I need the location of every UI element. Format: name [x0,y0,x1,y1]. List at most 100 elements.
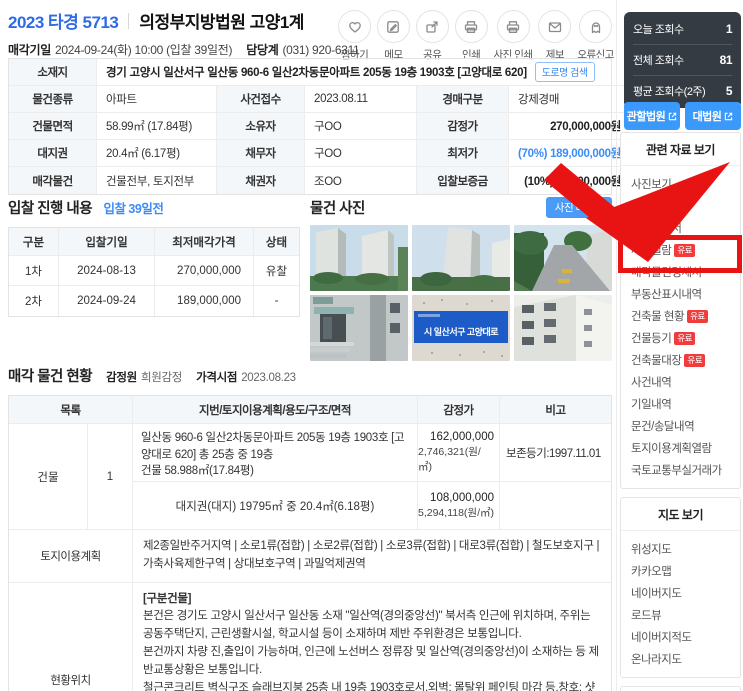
photos-title: 물건 사진 [310,201,365,217]
sale-date-label: 매각기일 [8,43,51,57]
bidding-section: 입찰 진행 내용 입찰 39일전 구분 입찰기일 최저매각가격 상태 1차 20… [8,197,300,317]
table-row: 189,000,000 [155,286,254,316]
owner-label: 소유자 [217,113,305,140]
debtor-value: 구OO [305,140,417,167]
error-report-button[interactable]: 오류신고 [577,10,614,62]
minimum-price-value: (70%) 189,000,000원 [509,140,631,167]
category-cell: 건물 [9,424,88,530]
page-header: 2023 타경 5713 의정부지방법원 고양1계 매각기일 2024-09-24… [8,8,360,58]
sidebar-item-land-use-plan[interactable]: 토지이용계획열람 [631,437,740,459]
building-note: 보존등기:1997.11.01 [500,424,611,482]
auction-type-label: 경매구분 [417,86,509,113]
photo-print-icon [496,10,530,43]
ghost-icon [579,10,613,43]
property-photo-road[interactable] [514,225,612,291]
building-price: 162,000,000 2,746,321(원/㎡) [418,424,500,482]
action-toolbar: 찜하기 메모 공유 인쇄 사진 인쇄 제보 오류신고 [338,10,614,62]
paid-badge: 유료 [684,354,706,367]
sidebar-item-road-view[interactable]: 로드뷰 [631,604,740,626]
sidebar-item-document-delivery[interactable]: 문건/송달내역 [631,415,740,437]
col-parcel: 지번/토지이용계획/용도/구조/면적 [133,396,418,424]
court-link-buttons: 관할법원 대법원 [624,102,741,130]
share-button[interactable]: 공유 [415,10,449,62]
share-icon [415,10,449,43]
sidebar-item-status-report[interactable]: 현황조사서 [631,217,740,239]
building-area-label: 건물면적 [9,113,97,140]
favorite-button[interactable]: 찜하기 [338,10,371,62]
sidebar-item-onnara-map[interactable]: 온나라지도 [631,648,740,670]
sidebar-item-photos[interactable]: 사진보기 [631,173,740,195]
etc-reference-title: 기타참고자료 [621,687,740,691]
land-right-value: 20.4㎡ (6.17평) [97,140,217,167]
print-icon [454,10,488,43]
appraiser-value: 희원감정 [140,372,183,384]
col-list: 목록 [9,396,133,424]
auction-detail-page: 2023 타경 5713 의정부지방법원 고양1계 매각기일 2024-09-24… [0,0,743,691]
appraiser-label: 감정원 [106,372,137,384]
sidebar-item-naver-cadastral[interactable]: 네이버지적도 [631,626,740,648]
more-photos-button[interactable]: 사진 더보기 [545,197,612,218]
sidebar-item-property-list[interactable]: 부동산표시내역 [631,283,740,305]
property-photo-towers[interactable] [310,225,408,291]
col-note: 비고 [500,396,611,424]
sidebar-item-building-status[interactable]: 건축물 현황 유료 [631,305,740,327]
sidebar-item-building-ledger[interactable]: 건축물대장 유료 [631,349,740,371]
road-name-search-button[interactable]: 도로명 검색 [534,62,595,82]
property-photo-tower[interactable] [412,225,510,291]
bidding-title: 입찰 진행 내용 [8,201,93,217]
today-views-label: 오늘 조회수 [633,24,684,36]
sidebar-item-naver-map[interactable]: 네이버지도 [631,582,740,604]
map-view-title: 지도 보기 [621,498,740,531]
road-sign-text: 시 일산서구 고양대로 [423,327,499,337]
supreme-court-button[interactable]: 대법원 [685,102,741,130]
photo-print-button[interactable]: 사진 인쇄 [494,10,533,62]
sidebar-item-kakao-map[interactable]: 카카오맵 [631,560,740,582]
debtor-label: 채무자 [217,140,305,167]
land-description: 대지권(대지) 19795㎡ 중 20.4㎡(6.18평) [133,482,418,530]
heart-icon [338,10,371,43]
table-row: - [274,295,279,307]
sidebar-item-building-registry[interactable]: 건물등기 유료 [631,327,740,349]
related-docs-box: 관련 자료 보기 사진보기 감정평가서 현황조사서 세대열람 유료 매각물건명세서… [620,132,741,489]
external-link-icon [725,112,733,120]
jurisdiction-court-button[interactable]: 관할법원 [624,102,680,130]
photo-section: 물건 사진 사진 더보기 시 일산서구 고양대로 [310,197,612,361]
divider [128,12,130,29]
building-description: 일산동 960-6 일산2차동문아파트 205동 19층 1903호 [고양대로… [133,424,418,482]
location-value: [구분건물] 본건은 경기도 고양시 일산서구 일산동 소재 "일산역(경의중앙… [143,592,599,691]
memo-button[interactable]: 메모 [376,10,410,62]
minimum-price-label: 최저가 [417,140,509,167]
sidebar-item-case-history[interactable]: 사건내역 [631,371,740,393]
sidebar-item-household-view[interactable]: 세대열람 유료 [631,239,740,261]
property-photo-entrance[interactable] [310,295,408,361]
avg-views-value: 5 [725,84,733,98]
sidebar-item-date-history[interactable]: 기일내역 [631,393,740,415]
print-button[interactable]: 인쇄 [454,10,488,62]
bidding-table: 구분 입찰기일 최저매각가격 상태 1차 2024-08-13 270,000,… [8,227,300,317]
property-photo-road-sign[interactable]: 시 일산서구 고양대로 [412,295,510,361]
map-view-box: 지도 보기 위성지도 카카오맵 네이버지도 로드뷰 네이버지적도 온나라지도 [620,497,741,678]
land-use-label: 토지이용계획 [9,530,133,583]
table-row: 1차 [9,256,59,286]
bidding-countdown: 입찰 39일전 [103,202,164,216]
report-button[interactable]: 제보 [538,10,572,62]
owner-value: 구OO [305,113,417,140]
auction-type-value: 강제경매 [509,86,631,113]
status-title: 매각 물건 현황 [8,369,93,385]
mail-icon [538,10,572,43]
property-photo-facade[interactable] [514,295,612,361]
building-area-value: 58.99㎡ (17.84평) [97,113,217,140]
table-row: 유찰 [254,256,299,286]
property-summary-table: 소재지 경기 고양시 일산서구 일산동 960-6 일산2차동문아파트 205동… [8,58,631,195]
item-number-cell: 1 [88,424,133,530]
sale-date-value: 2024-09-24(화) 10:00 (입찰 39일전) [54,43,233,57]
total-views-value: 81 [719,53,733,67]
sidebar-item-satellite-map[interactable]: 위성지도 [631,538,740,560]
sidebar-item-appraisal-report[interactable]: 감정평가서 [631,195,740,217]
col-appraisal: 감정가 [418,396,500,424]
address-value: 경기 고양시 일산서구 일산동 960-6 일산2차동문아파트 205동 19층… [106,67,527,79]
sidebar-item-sale-specification[interactable]: 매각물건명세서 [631,261,740,283]
etc-reference-box: 기타참고자료 인근진행물건 인근매각사례 예상 배당순서유료 [620,686,741,691]
sidebar-item-molit-real-price[interactable]: 국토교통부실거래가 [631,459,740,481]
dept-label: 담당계 [246,43,279,57]
